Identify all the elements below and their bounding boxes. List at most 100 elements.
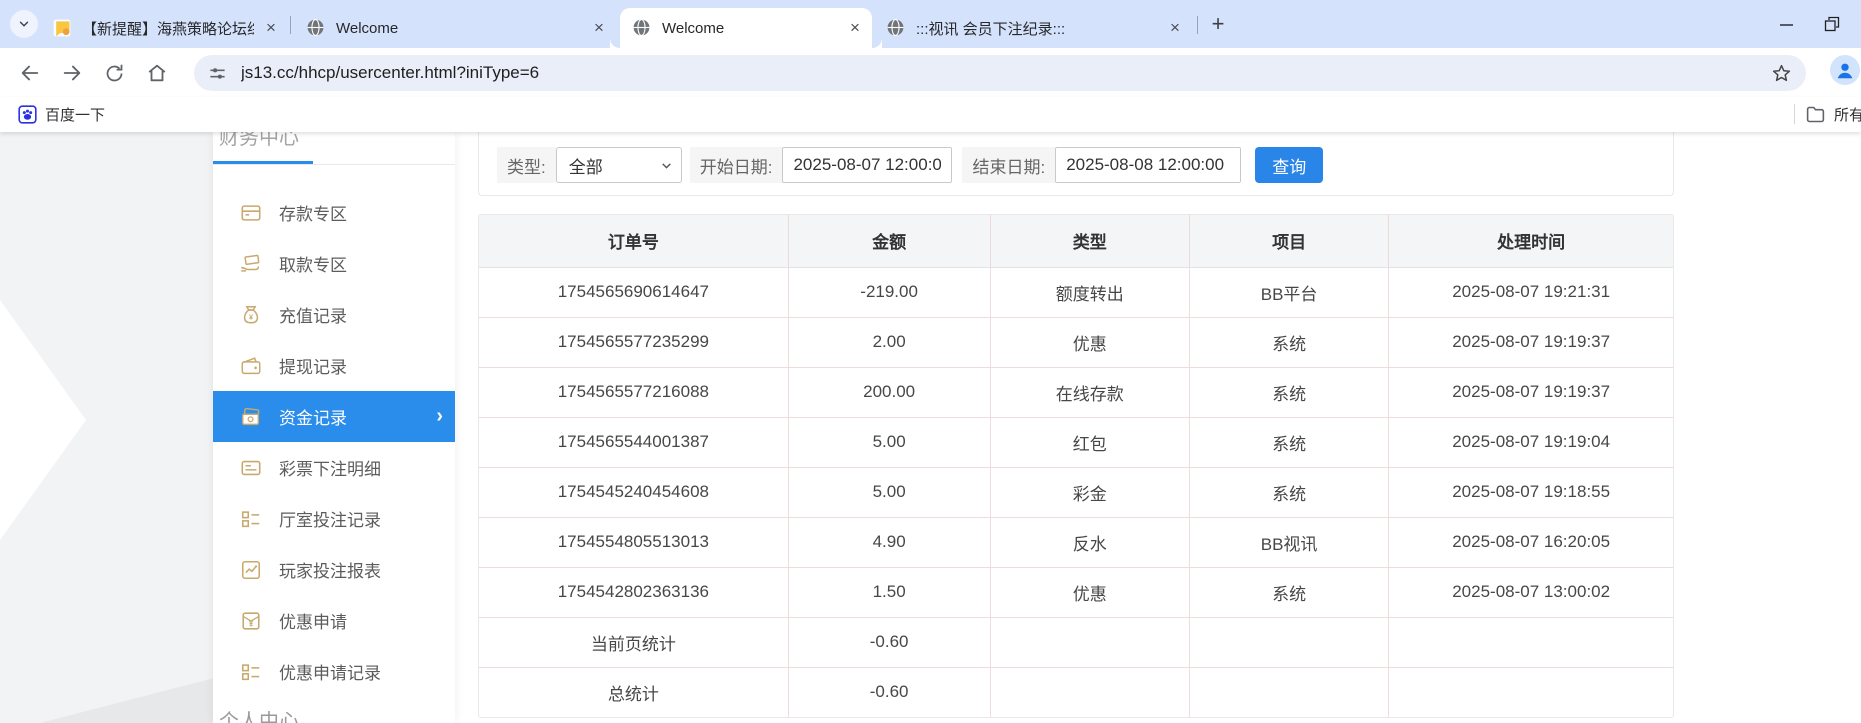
sidebar-item-player-bet-report[interactable]: 玩家投注报表 [213,544,455,595]
table-cell: 1.50 [787,566,991,617]
sidebar-item-withdraw-record[interactable]: 提现记录 [213,340,455,391]
url-text[interactable]: js13.cc/hhcp/usercenter.html?iniType=6 [241,63,1763,83]
globe-icon [632,18,652,38]
funds-record-icon [240,406,262,428]
end-date-input[interactable] [1055,147,1242,183]
lottery-bet-detail-icon [240,457,262,479]
sidebar-item-room-bet-record[interactable]: 厅室投注记录 [213,493,455,544]
browser-window: 【新提醒】海燕策略论坛综合交 × Welcome × Welcome × :::… [0,0,1861,723]
table-cell: 2025-08-07 19:19:37 [1388,316,1673,367]
withdraw-record-icon [240,355,262,377]
table-cell: -0.60 [787,616,991,667]
table-cell: 5.00 [787,416,991,467]
table-cell: 4.90 [787,516,991,567]
sidebar-item-deposit[interactable]: 存款专区 [213,187,455,238]
column-header: 项目 [1188,215,1389,268]
query-button[interactable]: 查询 [1255,147,1324,183]
baidu-paw-icon [18,104,37,124]
table-cell: 1754565577235299 [479,316,789,367]
sidebar-item-label: 厅室投注记录 [279,511,381,530]
back-icon[interactable] [16,59,44,87]
table-cell: 额度转出 [989,266,1190,317]
bookmark-star-icon[interactable] [1771,63,1792,84]
sidebar-menu: 存款专区取款专区 ¥ 充值记录提现记录 资金记录 › 彩票下注明细厅室投注记录 玩家投注报表… [213,187,455,697]
tab-forum[interactable]: 【新提醒】海燕策略论坛综合交 × [40,8,288,48]
sidebar-item-funds-record[interactable]: 资金记录 › [213,391,455,442]
bookmark-baidu[interactable]: 百度一下 [10,100,113,128]
table-row: 总统计 -0.60 [479,666,1673,717]
table-cell: 1754545240454608 [479,466,789,517]
svg-text:¥: ¥ [249,312,254,321]
home-icon[interactable] [143,59,171,87]
all-bookmarks-label: 所有书签 [1834,106,1861,124]
sidebar-item-label: 充值记录 [279,307,347,326]
all-bookmarks[interactable]: 所有书签 [1794,100,1861,128]
table-cell: 2025-08-07 19:18:55 [1388,466,1673,517]
sidebar-item-label: 优惠申请 [279,613,347,632]
table-cell: 200.00 [787,366,991,417]
table-cell: 1754565690614647 [479,266,789,317]
tab-search-button[interactable] [10,10,38,38]
records-table: 订单号 金额 类型 项目 处理时间 1754565690614647 -219.00 额度转… [479,215,1673,717]
table-cell: 1754565577216088 [479,366,789,417]
tab-close-icon[interactable]: × [590,19,608,37]
table-row: 当前页统计 -0.60 [479,616,1673,667]
page-content: 财务中心 存款专区取款专区 ¥ 充值记录提现记录 资金记录 › 彩票下注明细厅室投注记录玩… [0,132,1861,723]
table-cell: 优惠 [989,566,1190,617]
sidebar-item-label: 玩家投注报表 [279,562,381,581]
table-cell [1188,666,1389,717]
sidebar-item-recharge-record[interactable]: ¥ 充值记录 [213,289,455,340]
reload-icon[interactable] [100,59,128,87]
sidebar-item-promo-apply[interactable]: ¥ 优惠申请 [213,595,455,646]
bookmark-label: 百度一下 [45,106,106,124]
end-date-label: 结束日期: [962,147,1056,183]
column-header: 类型 [989,215,1190,268]
address-bar[interactable]: js13.cc/hhcp/usercenter.html?iniType=6 [194,55,1806,91]
table-cell: 彩金 [989,466,1190,517]
table-cell: 反水 [989,516,1190,567]
table-cell: 2.00 [787,316,991,367]
tab-close-icon[interactable]: × [846,19,864,37]
player-bet-report-icon [240,559,262,581]
sidebar-item-lottery-bet-detail[interactable]: 彩票下注明细 [213,442,455,493]
withdraw-icon [240,253,262,275]
tab-close-icon[interactable]: × [262,19,280,37]
table-cell [989,666,1190,717]
window-controls [1763,10,1861,38]
tab-video-records[interactable]: :::视讯 会员下注纪录::: × [874,8,1192,48]
section-title: 财务中心 [219,132,299,149]
table-cell: 系统 [1188,416,1389,467]
promo-apply-icon: ¥ [240,610,262,632]
table-header-row: 订单号 金额 类型 项目 处理时间 [479,215,1673,268]
table-cell [989,616,1190,667]
tab-welcome-active[interactable]: Welcome × [620,8,882,48]
tab-separator [290,16,291,34]
table-cell [1388,616,1673,667]
sidebar-item-withdraw[interactable]: 取款专区 [213,238,455,289]
column-header: 金额 [787,215,991,268]
tab-title: Welcome [662,19,725,37]
sidebar-item-promo-apply-record[interactable]: 优惠申请记录 [213,646,455,697]
minimize-button[interactable] [1763,10,1809,38]
tab-close-icon[interactable]: × [1166,19,1184,37]
table-cell: 2025-08-07 19:21:31 [1388,266,1673,317]
recharge-record-icon: ¥ [240,304,262,326]
table-cell: -0.60 [787,666,991,717]
deposit-icon [240,202,262,224]
new-tab-button[interactable]: + [1204,10,1232,38]
forward-icon[interactable] [58,59,86,87]
tab-welcome-1[interactable]: Welcome × [294,8,616,48]
table-cell: 2025-08-07 19:19:37 [1388,366,1673,417]
table-cell: 在线存款 [989,366,1190,417]
type-select[interactable]: 全部 [555,147,682,183]
table-cell: 1754565544001387 [479,416,789,467]
sidebar-section-personal: 个人中心 [219,711,299,723]
sidebar-item-label: 取款专区 [279,256,347,275]
profile-avatar[interactable] [1830,55,1860,85]
table-cell: 2025-08-07 13:00:02 [1388,566,1673,617]
table-cell [1188,616,1389,667]
start-date-input[interactable] [782,147,953,183]
folder-icon [1805,104,1826,125]
site-settings-icon[interactable] [208,64,227,83]
restore-button[interactable] [1809,10,1855,38]
